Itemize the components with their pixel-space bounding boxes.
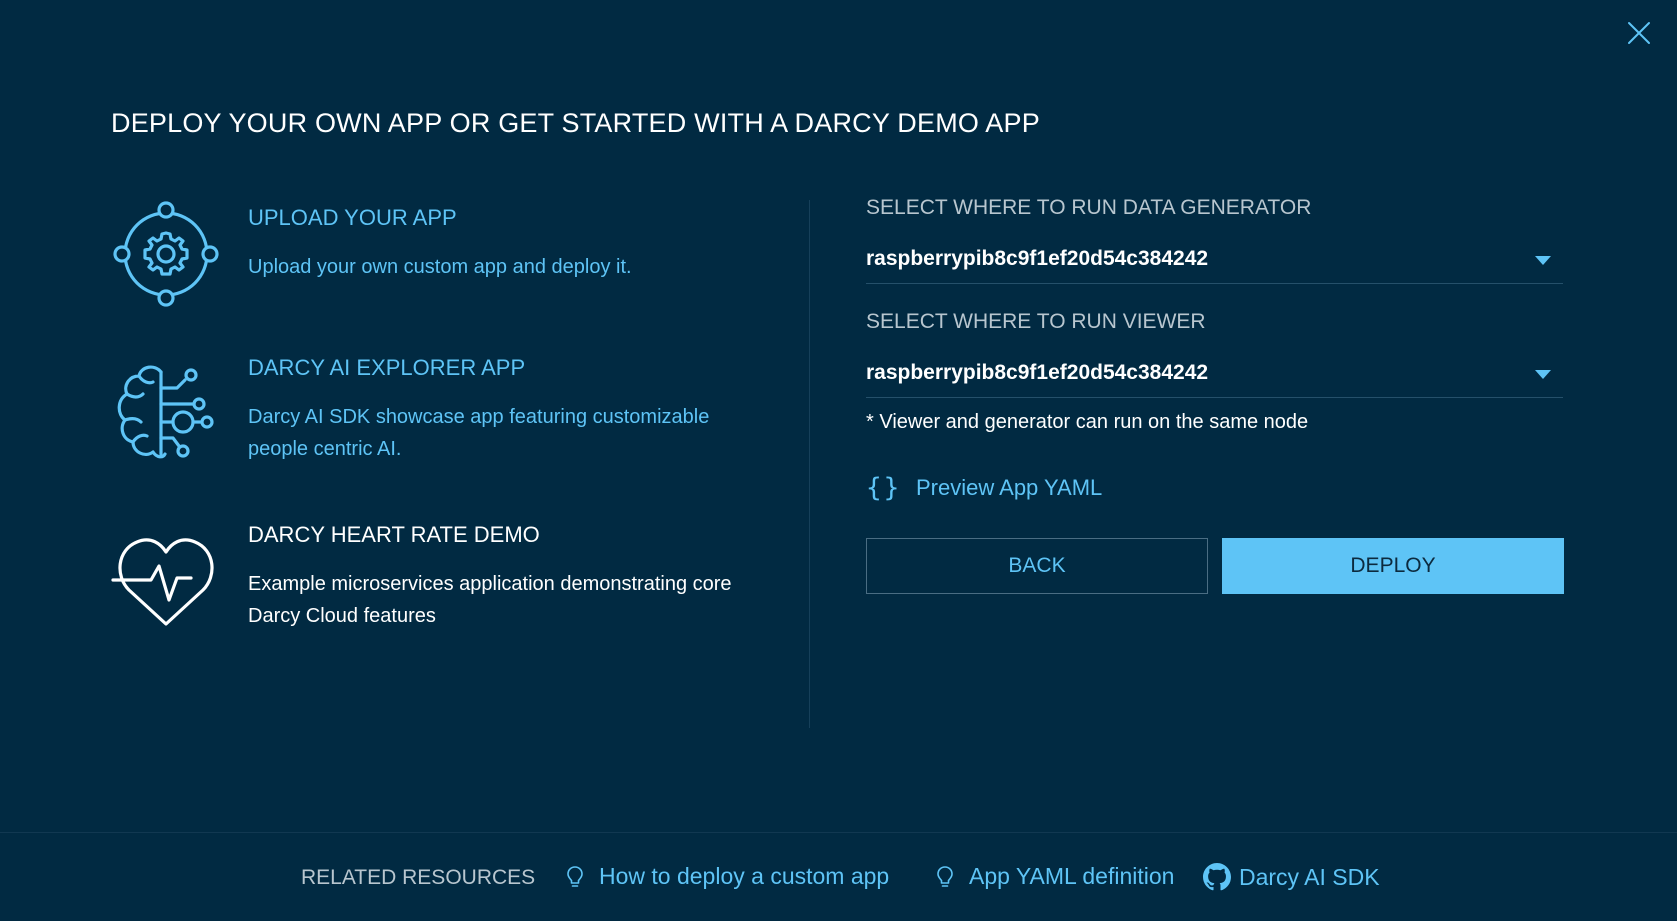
deploy-custom-app-link[interactable]: How to deploy a custom app: [565, 863, 889, 890]
chevron-down-icon: [1535, 370, 1551, 379]
preview-yaml-label: Preview App YAML: [916, 475, 1103, 500]
back-button[interactable]: BACK: [866, 538, 1208, 594]
app-yaml-definition-link[interactable]: App YAML definition: [935, 863, 1174, 890]
deploy-custom-app-label: How to deploy a custom app: [599, 863, 890, 889]
chevron-down-icon: [1535, 256, 1551, 265]
heart-rate-description: Example microservices application demons…: [248, 573, 732, 627]
heart-rate-title: DARCY HEART RATE DEMO: [248, 522, 540, 547]
explorer-app-option[interactable]: DARCY AI EXPLORER APP Darcy AI SDK showc…: [111, 355, 751, 475]
upload-app-option[interactable]: UPLOAD YOUR APP Upload your own custom a…: [111, 201, 751, 315]
generator-label: SELECT WHERE TO RUN DATA GENERATOR: [866, 196, 1312, 219]
gear-target-icon: [111, 199, 221, 309]
same-node-note: * Viewer and generator can run on the sa…: [866, 411, 1309, 433]
app-yaml-definition-label: App YAML definition: [969, 863, 1175, 889]
column-divider: [809, 200, 810, 728]
lightbulb-icon: [565, 864, 585, 890]
deploy-button[interactable]: DEPLOY: [1222, 538, 1564, 594]
viewer-select[interactable]: raspberrypib8c9f1ef20d54c384242: [866, 351, 1563, 398]
explorer-app-description: Darcy AI SDK showcase app featuring cust…: [248, 406, 710, 460]
preview-yaml-link[interactable]: {} Preview App YAML: [866, 470, 1102, 506]
braces-icon: {}: [866, 473, 902, 503]
related-resources-label: RELATED RESOURCES: [301, 866, 536, 889]
footer: RELATED RESOURCES How to deploy a custom…: [0, 832, 1677, 921]
explorer-app-title: DARCY AI EXPLORER APP: [248, 355, 526, 380]
github-icon: [1203, 863, 1231, 891]
viewer-label: SELECT WHERE TO RUN VIEWER: [866, 310, 1206, 333]
viewer-select-value: raspberrypib8c9f1ef20d54c384242: [866, 361, 1209, 384]
brain-circuit-icon: [111, 358, 221, 468]
heart-rate-icon: [111, 528, 221, 638]
page-title: DEPLOY YOUR OWN APP OR GET STARTED WITH …: [111, 108, 1040, 138]
close-icon[interactable]: [1626, 20, 1652, 46]
lightbulb-icon: [935, 864, 955, 890]
generator-select-value: raspberrypib8c9f1ef20d54c384242: [866, 247, 1209, 270]
heart-rate-demo-option[interactable]: DARCY HEART RATE DEMO Example microservi…: [111, 522, 751, 642]
upload-app-title: UPLOAD YOUR APP: [248, 205, 457, 230]
darcy-ai-sdk-label: Darcy AI SDK: [1239, 863, 1380, 890]
darcy-ai-sdk-link[interactable]: Darcy AI SDK: [1203, 863, 1380, 891]
upload-app-description: Upload your own custom app and deploy it…: [248, 256, 632, 278]
generator-select[interactable]: raspberrypib8c9f1ef20d54c384242: [866, 237, 1563, 284]
